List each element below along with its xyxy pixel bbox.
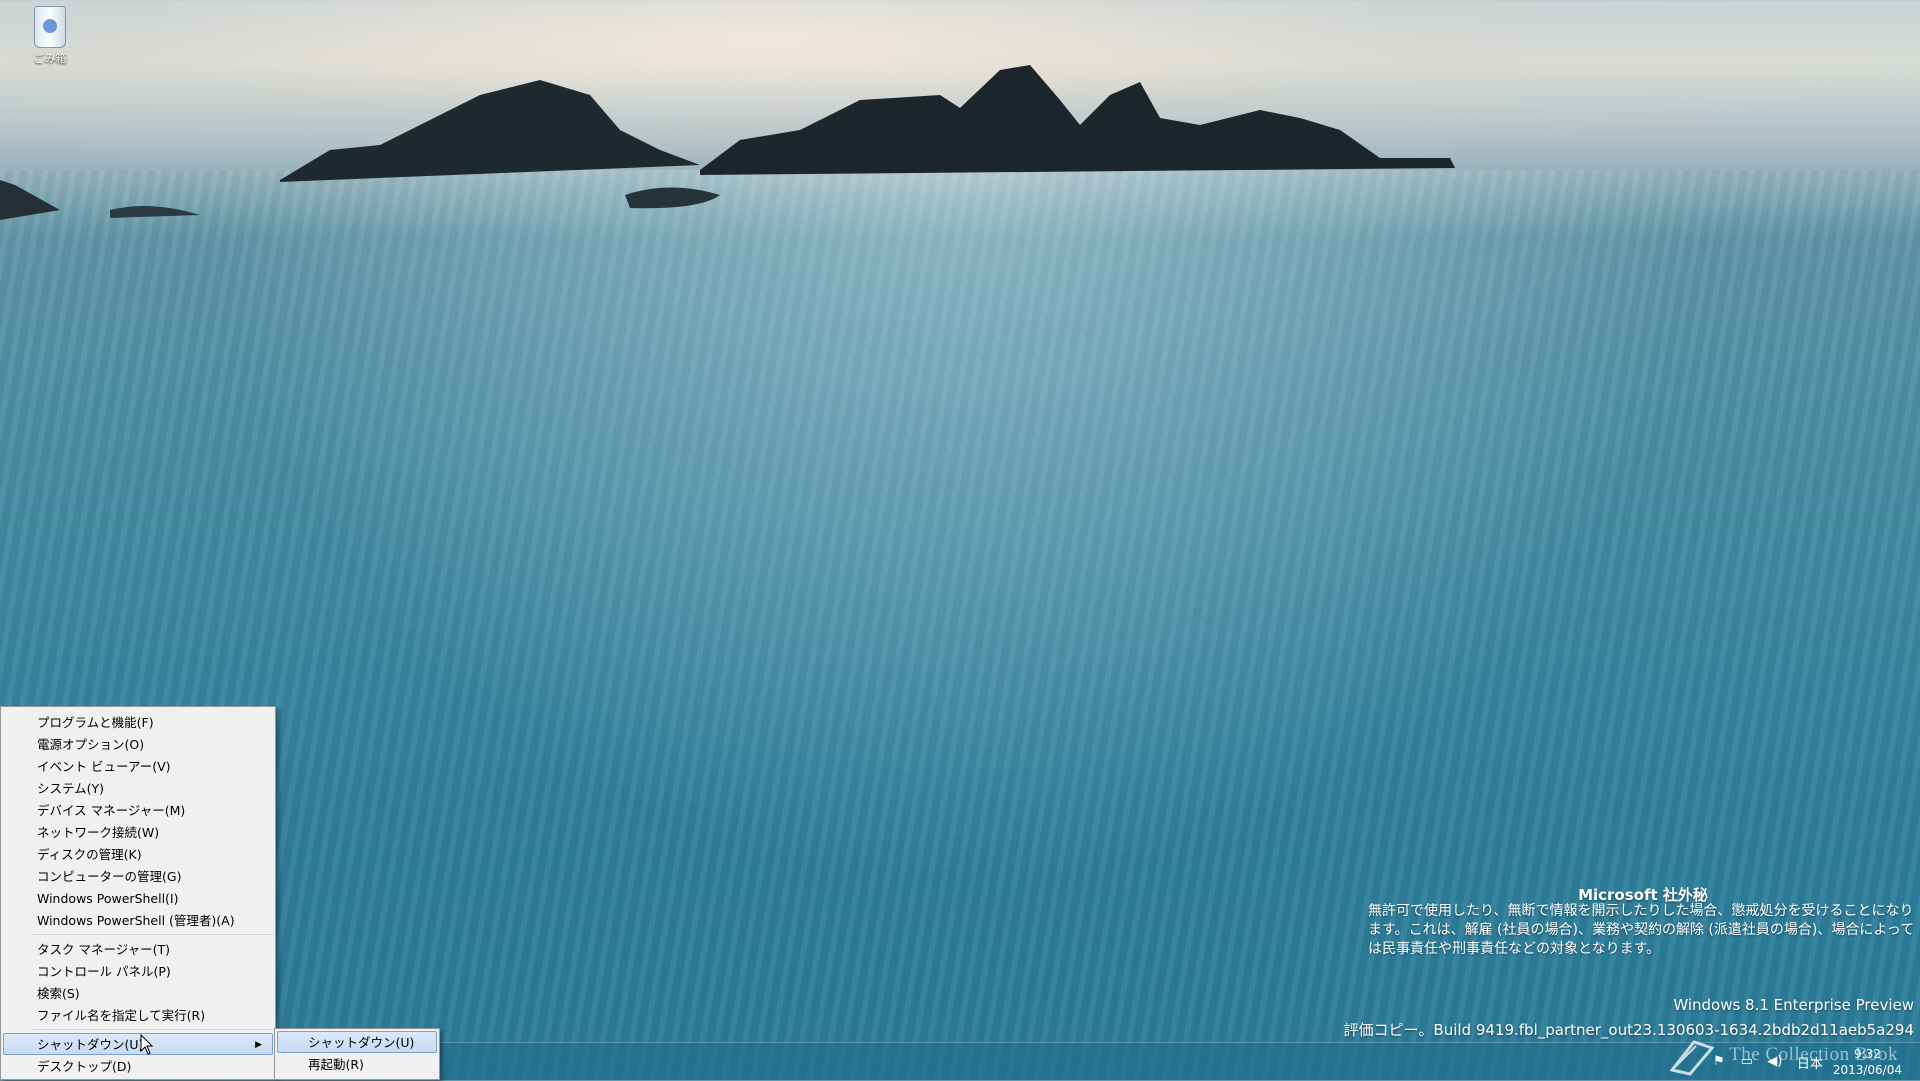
menu-item-system[interactable]: システム(Y) xyxy=(3,777,273,799)
winx-context-menu: プログラムと機能(F) 電源オプション(O) イベント ビューアー(V) システ… xyxy=(0,706,276,1080)
menu-item-event-viewer[interactable]: イベント ビューアー(V) xyxy=(3,755,273,777)
mouse-cursor-icon xyxy=(140,1034,154,1055)
menu-item-powershell-admin[interactable]: Windows PowerShell (管理者)(A) xyxy=(3,909,273,931)
overlay-watermark-text: The Collection Book xyxy=(1729,1044,1898,1065)
recycle-bin-label: ごみ箱 xyxy=(33,52,67,65)
menu-separator xyxy=(31,934,273,935)
trash-icon xyxy=(34,6,66,48)
recycle-bin-icon[interactable]: ごみ箱 xyxy=(22,6,78,66)
book-logo-icon xyxy=(1669,1040,1715,1076)
wallpaper-rocks xyxy=(0,65,1455,220)
menu-item-device-manager[interactable]: デバイス マネージャー(M) xyxy=(3,799,273,821)
menu-item-search[interactable]: 検索(S) xyxy=(3,982,273,1004)
watermark-build: 評価コピー。Build 9419.fbl_partner_out23.13060… xyxy=(1343,1021,1914,1039)
menu-item-programs-features[interactable]: プログラムと機能(F) xyxy=(3,711,273,733)
submenu-arrow-icon: ▶ xyxy=(255,1040,262,1050)
watermark-edition: Windows 8.1 Enterprise Preview xyxy=(1673,996,1914,1014)
menu-item-shutdown-label: シャットダウン(U) xyxy=(37,1037,144,1052)
menu-item-disk-management[interactable]: ディスクの管理(K) xyxy=(3,843,273,865)
menu-item-computer-management[interactable]: コンピューターの管理(G) xyxy=(3,865,273,887)
menu-item-network-connections[interactable]: ネットワーク接続(W) xyxy=(3,821,273,843)
menu-item-desktop[interactable]: デスクトップ(D) xyxy=(3,1055,273,1077)
menu-item-run[interactable]: ファイル名を指定して実行(R) xyxy=(3,1004,273,1026)
menu-item-powershell[interactable]: Windows PowerShell(I) xyxy=(3,887,273,909)
menu-item-control-panel[interactable]: コントロール パネル(P) xyxy=(3,960,273,982)
menu-item-shutdown[interactable]: シャットダウン(U) ▶ xyxy=(3,1033,273,1055)
submenu-item-shutdown[interactable]: シャットダウン(U) xyxy=(277,1031,437,1053)
submenu-item-restart[interactable]: 再起動(R) xyxy=(277,1053,437,1075)
menu-item-power-options[interactable]: 電源オプション(O) xyxy=(3,733,273,755)
shutdown-submenu: シャットダウン(U) 再起動(R) xyxy=(274,1028,440,1080)
menu-item-task-manager[interactable]: タスク マネージャー(T) xyxy=(3,938,273,960)
menu-separator xyxy=(31,1029,273,1030)
watermark-body: 無許可で使用したり、無断で情報を開示したりした場合、懲戒処分を受けることになりま… xyxy=(1368,903,1915,957)
